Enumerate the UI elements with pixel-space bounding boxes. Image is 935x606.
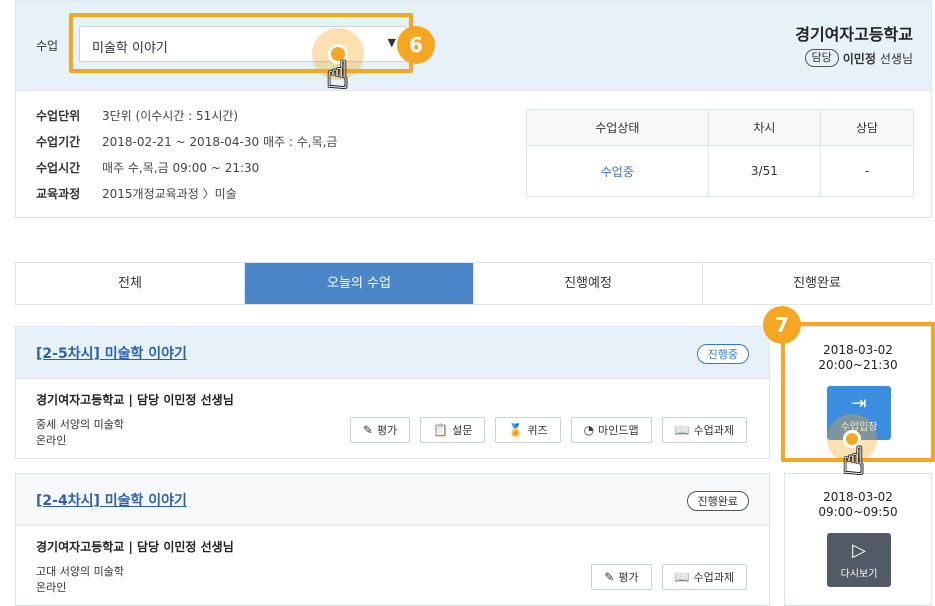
- session-topic: 고대 서양의 미술학: [36, 565, 124, 578]
- tab-completed[interactable]: 진행완료: [703, 263, 931, 304]
- session-title-link[interactable]: [2-5차시] 미술학 이야기: [36, 343, 187, 363]
- teacher-line: 담당 이민정 선생님: [804, 49, 913, 67]
- hand-pointer-icon: ☝: [326, 53, 350, 97]
- evaluation-button[interactable]: ✎ 평가: [349, 417, 411, 443]
- session-card: [2-4차시] 미술학 이야기 진행완료 경기여자고등학교 | 담당 이민정 선…: [15, 473, 770, 606]
- course-status-table: 수업상태 차시 상담 수업중 3/51 -: [526, 108, 914, 197]
- teacher-suffix: 선생님: [879, 51, 913, 66]
- button-label: 수업과제: [693, 424, 734, 437]
- info-key: 수업기간: [36, 135, 81, 149]
- tab-today[interactable]: 오늘의 수업: [245, 263, 474, 304]
- medal-icon: 🏅: [508, 423, 524, 437]
- session-actions: ✎ 평가 📋 설문 🏅 퀴즈 ◔ 마인드맵 📖 수업과제: [349, 417, 747, 443]
- session-mode: 온라인: [36, 434, 67, 447]
- info-value: 3단위 (이수시간 : 51시간): [102, 109, 239, 123]
- session-school-line: 경기여자고등학교 | 담당 이민정 선생님: [36, 540, 234, 554]
- assignment-button[interactable]: 📖 수업과제: [661, 417, 747, 443]
- info-value: 2015개정교육과정 〉미술: [102, 187, 237, 201]
- step-badge: 6: [397, 26, 435, 64]
- session-title-link[interactable]: [2-4차시] 미술학 이야기: [36, 490, 187, 510]
- teacher-name: 이민정: [842, 51, 876, 66]
- session-date: 2018-03-02: [823, 490, 893, 504]
- button-label: 퀴즈: [527, 424, 548, 437]
- info-key: 수업단위: [36, 109, 81, 123]
- course-info-panel: 수업단위 3단위 (이수시간 : 51시간) 수업기간 2018-02-21 ~…: [15, 90, 932, 218]
- session-card-header: [2-5차시] 미술학 이야기 진행중: [16, 327, 769, 379]
- info-row: 수업단위 3단위 (이수시간 : 51시간): [36, 107, 238, 124]
- session-topic: 중세 서양의 미술학: [36, 418, 124, 431]
- info-key: 수업시간: [36, 161, 81, 175]
- session-mode: 온라인: [36, 581, 67, 594]
- book-icon: 📖: [674, 570, 690, 584]
- pencil-icon: ✎: [362, 423, 373, 437]
- info-value: 2018-02-21 ~ 2018-04-30 매주 : 수,목,금: [102, 135, 338, 149]
- info-row: 수업기간 2018-02-21 ~ 2018-04-30 매주 : 수,목,금: [36, 133, 337, 150]
- tab-upcoming[interactable]: 진행예정: [474, 263, 703, 304]
- info-value: 매주 수,목,금 09:00 ~ 21:30: [102, 161, 260, 175]
- button-label: 평가: [618, 571, 639, 584]
- status-badge: 진행중: [696, 344, 749, 364]
- pencil-icon: ✎: [604, 570, 615, 584]
- evaluation-button[interactable]: ✎ 평가: [591, 564, 652, 590]
- session-count-value: 3/51: [707, 145, 822, 197]
- course-label: 수업: [36, 39, 59, 53]
- session-card: [2-5차시] 미술학 이야기 진행중 경기여자고등학교 | 담당 이민정 선생…: [15, 326, 770, 459]
- info-key: 교육과정: [36, 187, 81, 201]
- info-row: 수업시간 매주 수,목,금 09:00 ~ 21:30: [36, 159, 259, 176]
- button-label: 수업과제: [693, 571, 734, 584]
- clipboard-icon: 📋: [433, 423, 449, 437]
- role-chip: 담당: [804, 49, 839, 67]
- play-icon: ▷: [852, 540, 866, 561]
- session-tabs: 전체 오늘의 수업 진행예정 진행완료: [15, 262, 932, 305]
- quiz-button[interactable]: 🏅 퀴즈: [495, 417, 561, 443]
- session-count-header: 차시: [707, 108, 822, 147]
- button-label: 마인드맵: [598, 424, 639, 437]
- button-label: 설문: [452, 424, 473, 437]
- status-badge: 진행완료: [686, 491, 749, 511]
- status-value: 수업중: [526, 145, 709, 197]
- tab-all[interactable]: 전체: [16, 263, 245, 304]
- survey-button[interactable]: 📋 설문: [420, 417, 486, 443]
- hand-pointer-icon: ☝: [842, 439, 866, 483]
- session-actions: ✎ 평가 📖 수업과제: [591, 564, 747, 590]
- session-school-line: 경기여자고등학교 | 담당 이민정 선생님: [36, 393, 234, 407]
- step-badge: 7: [763, 306, 801, 344]
- mindmap-icon: ◔: [583, 423, 595, 437]
- session-time: 09:00~09:50: [818, 505, 898, 519]
- session-time-panel: 2018-03-02 09:00~09:50 ▷ 다시보기: [784, 473, 932, 606]
- school-name: 경기여자고등학교: [795, 25, 913, 44]
- replay-button[interactable]: ▷ 다시보기: [827, 533, 891, 587]
- mindmap-button[interactable]: ◔ 마인드맵: [570, 417, 652, 443]
- assignment-button[interactable]: 📖 수업과제: [661, 564, 747, 590]
- info-row: 교육과정 2015개정교육과정 〉미술: [36, 185, 237, 202]
- button-label: 평가: [376, 424, 398, 437]
- consult-header: 상담: [820, 108, 914, 147]
- status-header: 수업상태: [526, 108, 709, 147]
- consult-value: -: [820, 145, 914, 197]
- book-icon: 📖: [674, 423, 690, 437]
- session-card-header: [2-4차시] 미술학 이야기 진행완료: [16, 474, 769, 526]
- button-label: 다시보기: [840, 569, 878, 580]
